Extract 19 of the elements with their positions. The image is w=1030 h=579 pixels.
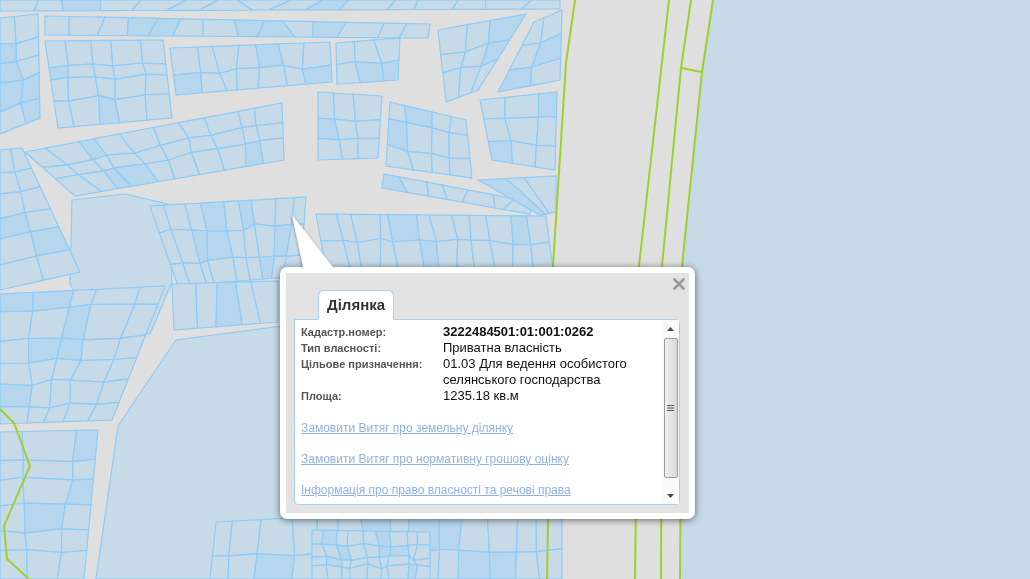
scroll-down-icon[interactable] [667,493,674,498]
field-label: Площа: [301,389,342,404]
field-label: Кадастр.номер: [301,325,387,340]
field-value: 3222484501:01:001:0262 [443,324,594,340]
field-label: Тип власності: [301,341,382,356]
close-button[interactable] [673,278,685,290]
info-link[interactable]: Інформація про право власності та речові права [301,482,571,498]
scrollbar-track[interactable] [662,320,679,504]
tab[interactable]: Ділянка [318,290,395,320]
info-link[interactable]: Замовити Витяг про земельну ділянку [301,420,513,436]
field-value: 1235.18 кв.м [443,388,519,404]
close-icon [673,278,685,290]
field-label: Цільове призначення: [301,357,423,372]
scroll-up-icon[interactable] [667,326,674,331]
info-link[interactable]: Замовити Витяг про нормативну грошову оцінку [301,451,569,467]
scrollbar-thumb[interactable] [663,338,678,478]
grip-icon [667,405,674,411]
field-value: 01.03 Для ведення особистого селянського господарства [443,356,628,388]
field-value: Приватна власність [443,340,562,356]
